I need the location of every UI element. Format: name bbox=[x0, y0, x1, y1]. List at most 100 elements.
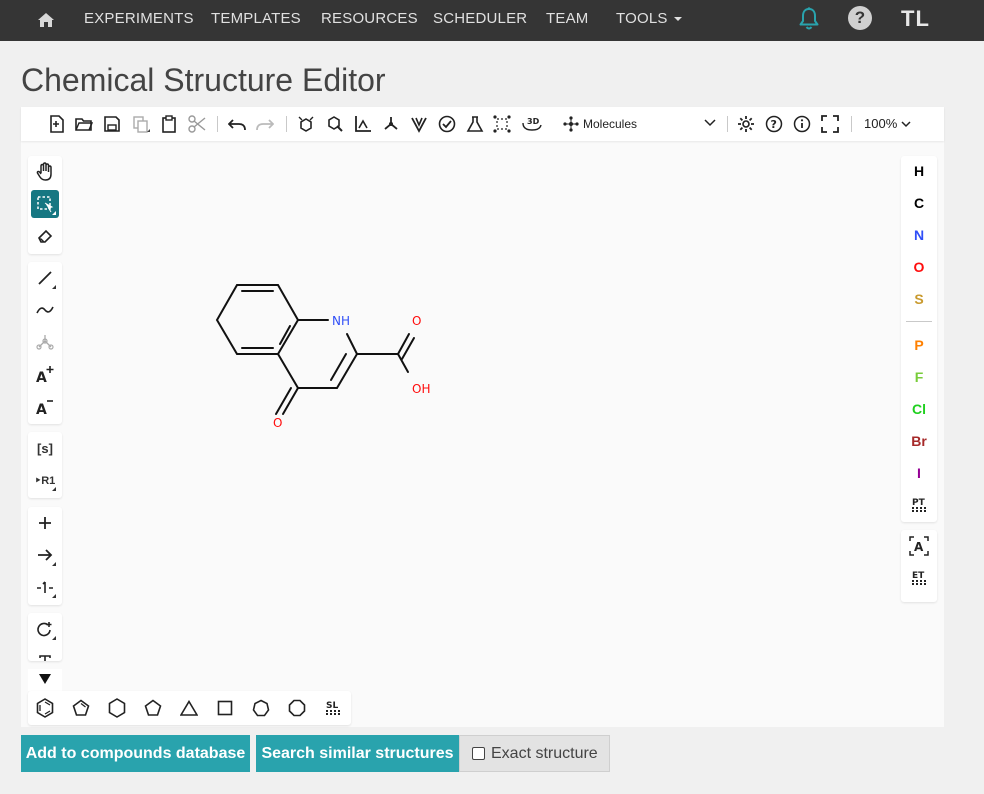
settings-icon[interactable] bbox=[736, 114, 756, 134]
cyclopentadiene-icon[interactable] bbox=[69, 697, 93, 719]
clean-icon[interactable] bbox=[325, 114, 345, 134]
atom-button-o[interactable]: O bbox=[901, 255, 937, 279]
new-file-icon[interactable] bbox=[47, 114, 67, 134]
atom-button-cl[interactable]: Cl bbox=[901, 397, 937, 421]
rgroup-tool[interactable]: ‣R1 bbox=[31, 466, 59, 494]
charge-minus-icon: A bbox=[36, 400, 53, 416]
cyclopropane-icon[interactable] bbox=[177, 697, 201, 719]
sgroup-tool[interactable]: [s] bbox=[31, 434, 59, 462]
nav-scheduler[interactable]: SCHEDULER bbox=[433, 10, 527, 28]
atom-divider bbox=[906, 321, 932, 322]
cyclooctane-icon[interactable] bbox=[285, 697, 309, 719]
eraser-icon bbox=[38, 229, 53, 243]
hand-tool[interactable] bbox=[31, 158, 59, 186]
atom-button-c[interactable]: C bbox=[901, 191, 937, 215]
explicit-h-icon[interactable] bbox=[492, 114, 512, 134]
atom-symbol: Cl bbox=[912, 401, 926, 417]
atom-button-s[interactable]: S bbox=[901, 287, 937, 311]
cut-icon[interactable] bbox=[187, 114, 207, 134]
submenu-indicator bbox=[52, 594, 56, 598]
drawing-canvas[interactable]: NH O OH O bbox=[69, 141, 899, 689]
eraser-tool[interactable] bbox=[31, 222, 59, 250]
cyclohexane-icon[interactable] bbox=[105, 697, 129, 719]
submenu-indicator bbox=[52, 211, 56, 215]
structure-library-icon[interactable]: SL bbox=[321, 697, 345, 719]
periodic-table-button[interactable]: PT bbox=[901, 493, 937, 517]
atom-button-n[interactable]: N bbox=[901, 223, 937, 247]
atom-palette: H C N O S P F Cl Br I PT bbox=[901, 156, 937, 522]
help-icon[interactable]: ? bbox=[764, 114, 784, 134]
reaction-plus-tool[interactable] bbox=[31, 509, 59, 537]
text-icon bbox=[39, 655, 51, 661]
add-to-compounds-button[interactable]: Add to compounds database bbox=[21, 735, 250, 772]
arom-icon[interactable] bbox=[353, 114, 373, 134]
bond-icon bbox=[38, 271, 52, 285]
fullscreen-icon[interactable] bbox=[820, 114, 840, 134]
reaction-mapping-tool[interactable] bbox=[31, 573, 59, 601]
atom-button-f[interactable]: F bbox=[901, 365, 937, 389]
rectangle-select-tool[interactable] bbox=[31, 190, 59, 218]
editor-top-toolbar: 3D Molecules ? 100% bbox=[21, 107, 944, 141]
chain-tool[interactable] bbox=[31, 296, 59, 324]
chiral-icon[interactable] bbox=[409, 114, 429, 134]
benzene-icon[interactable] bbox=[33, 697, 57, 719]
rotate-tool[interactable] bbox=[31, 615, 59, 643]
home-icon[interactable] bbox=[36, 10, 56, 30]
calc-icon[interactable] bbox=[381, 114, 401, 134]
check-icon[interactable] bbox=[437, 114, 457, 134]
svg-text:3D: 3D bbox=[527, 117, 540, 126]
copy-icon[interactable] bbox=[131, 114, 151, 134]
extended-table-button[interactable]: ET bbox=[901, 566, 937, 590]
exact-structure-checkbox[interactable] bbox=[472, 747, 485, 760]
mode-select[interactable]: Molecules bbox=[563, 113, 717, 135]
bell-icon[interactable] bbox=[797, 6, 821, 32]
zoom-select[interactable]: 100% bbox=[864, 116, 911, 131]
save-icon[interactable] bbox=[102, 114, 122, 134]
open-icon[interactable] bbox=[74, 114, 94, 134]
periodic-table-icon: PT bbox=[912, 498, 926, 512]
scroll-down-button[interactable] bbox=[28, 669, 62, 691]
nav-tools[interactable]: TOOLS bbox=[616, 10, 682, 28]
atom-button-i[interactable]: I bbox=[901, 461, 937, 485]
redo-icon[interactable] bbox=[255, 114, 275, 134]
atom-button-br[interactable]: Br bbox=[901, 429, 937, 453]
chevron-down-icon bbox=[673, 17, 682, 22]
charge-plus-tool[interactable]: A bbox=[31, 360, 59, 388]
stereo-tool[interactable] bbox=[31, 328, 59, 356]
about-icon[interactable] bbox=[792, 114, 812, 134]
layout-icon[interactable] bbox=[296, 114, 316, 134]
rgroup-label-text: R1 bbox=[41, 474, 56, 487]
zoom-value: 100% bbox=[864, 116, 898, 131]
reaction-arrow-tool[interactable] bbox=[31, 541, 59, 569]
nav-tools-label: TOOLS bbox=[616, 10, 668, 27]
single-bond-tool[interactable] bbox=[31, 264, 59, 292]
atom-button-h[interactable]: H bbox=[901, 159, 937, 183]
user-avatar[interactable]: TL bbox=[901, 6, 930, 32]
charge-minus-tool[interactable]: A bbox=[31, 392, 59, 420]
nav-team[interactable]: TEAM bbox=[546, 10, 588, 28]
atom-label-o-ketone: O bbox=[273, 416, 282, 430]
undo-icon[interactable] bbox=[227, 114, 247, 134]
hand-icon bbox=[36, 162, 52, 181]
help-icon[interactable]: ? bbox=[848, 6, 872, 30]
any-atom-button[interactable]: A bbox=[901, 534, 937, 558]
cycloheptane-icon[interactable] bbox=[249, 697, 273, 719]
cyclobutane-icon[interactable] bbox=[213, 697, 237, 719]
nav-resources[interactable]: RESOURCES bbox=[321, 10, 418, 28]
atom-button-p[interactable]: P bbox=[901, 333, 937, 357]
molecule-structure[interactable]: NH O OH O bbox=[69, 141, 899, 689]
paste-icon[interactable] bbox=[159, 114, 179, 134]
3d-icon[interactable]: 3D bbox=[520, 114, 544, 134]
search-similar-button[interactable]: Search similar structures bbox=[256, 735, 459, 772]
analyse-icon[interactable] bbox=[465, 114, 485, 134]
text-tool[interactable] bbox=[31, 647, 59, 661]
submenu-indicator bbox=[52, 562, 56, 566]
exact-structure-toggle[interactable]: Exact structure bbox=[459, 735, 610, 772]
cyclopentane-icon[interactable] bbox=[141, 697, 165, 719]
nav-experiments[interactable]: EXPERIMENTS bbox=[84, 10, 194, 28]
atom-symbol: N bbox=[913, 227, 925, 243]
structure-editor: 3D Molecules ? 100% A A [s] ‣R1 SL NH O … bbox=[21, 107, 944, 727]
nav-templates[interactable]: TEMPLATES bbox=[211, 10, 301, 28]
svg-text:ET: ET bbox=[912, 571, 925, 581]
left-toolgroup-shapes bbox=[28, 613, 62, 661]
